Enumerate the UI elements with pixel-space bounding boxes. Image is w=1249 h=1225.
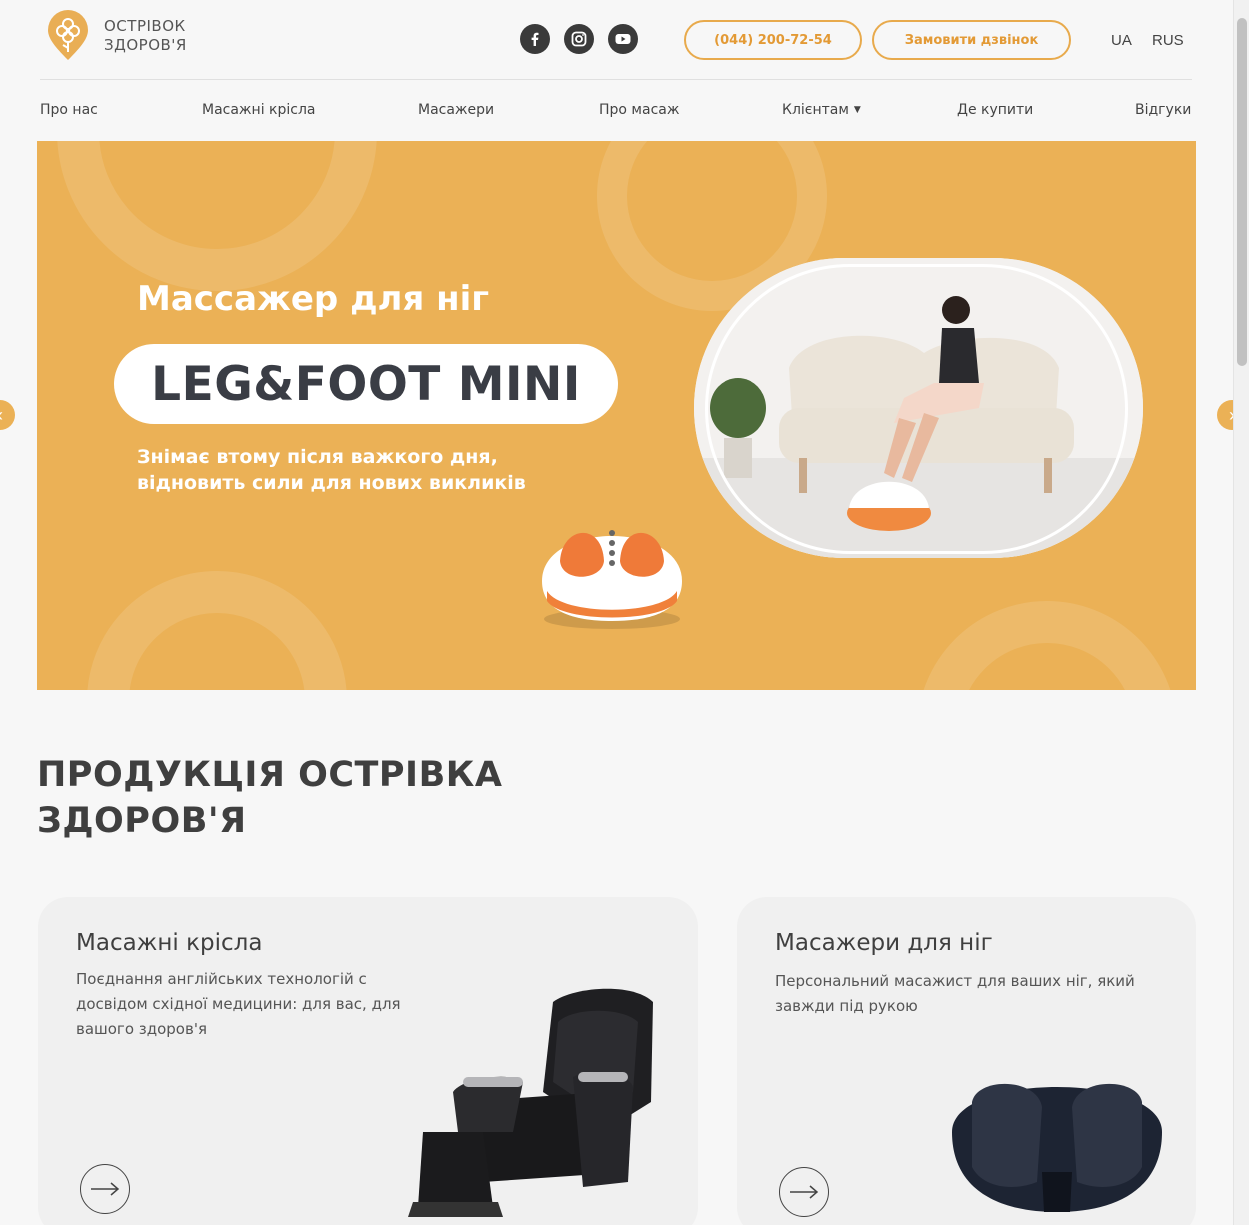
facebook-icon[interactable] bbox=[520, 24, 550, 54]
product-card-massage-chairs[interactable]: Масажні крісла Поєднання англійських тех… bbox=[38, 897, 698, 1225]
instagram-icon[interactable] bbox=[564, 24, 594, 54]
page: ОСТРІВОК ЗДОРОВ'Я (044) 200-72-54 Замови… bbox=[0, 0, 1233, 1225]
card-description: Персональний масажист для ваших ніг, яки… bbox=[775, 972, 1135, 1015]
product-image bbox=[542, 530, 682, 629]
card-link-button[interactable] bbox=[779, 1167, 829, 1217]
decor-ring bbox=[57, 141, 377, 291]
banner-product-name: LEG&FOOT MINI bbox=[114, 344, 618, 424]
order-call-button[interactable]: Замовити дзвінок bbox=[872, 20, 1071, 60]
scrollbar-thumb[interactable] bbox=[1237, 18, 1247, 366]
logo-text: ОСТРІВОК ЗДОРОВ'Я bbox=[104, 17, 187, 55]
nav-item-clients[interactable]: Клієнтам ▼ bbox=[782, 102, 861, 118]
arrow-right-icon bbox=[91, 1182, 120, 1196]
card-link-button[interactable] bbox=[80, 1164, 130, 1214]
nav-item-about[interactable]: Про нас bbox=[40, 102, 98, 118]
nav-item-reviews[interactable]: Відгуки bbox=[1135, 102, 1191, 118]
nav-item-where-to-buy[interactable]: Де купити bbox=[957, 102, 1033, 118]
decor-ring bbox=[87, 571, 347, 690]
social-links bbox=[520, 24, 638, 54]
main-nav: Про нас Масажні крісла Масажери Про маса… bbox=[40, 102, 1192, 124]
youtube-icon[interactable] bbox=[608, 24, 638, 54]
banner-description: Знімає втому після важкого дня, відновит… bbox=[137, 446, 526, 494]
decor-ring bbox=[917, 601, 1177, 690]
product-card-foot-massagers[interactable]: Масажери для ніг Персональний масажист д… bbox=[737, 897, 1196, 1225]
banner-subtitle: Массажер для ніг bbox=[137, 279, 490, 319]
lang-ua-link[interactable]: UA bbox=[1111, 32, 1132, 49]
logo-icon bbox=[48, 10, 88, 60]
foot-massager-image bbox=[952, 1083, 1162, 1212]
card-title: Масажні крісла bbox=[76, 930, 263, 956]
nav-item-massagers[interactable]: Масажери bbox=[418, 102, 494, 118]
lang-rus-link[interactable]: RUS bbox=[1152, 32, 1184, 49]
arrow-right-icon bbox=[790, 1185, 819, 1199]
slider-prev-button[interactable]: ‹ bbox=[0, 400, 15, 430]
massage-chair-image bbox=[408, 988, 653, 1217]
caret-down-icon: ▼ bbox=[853, 105, 861, 115]
nav-item-about-massage[interactable]: Про масаж bbox=[599, 102, 679, 118]
site-header: ОСТРІВОК ЗДОРОВ'Я (044) 200-72-54 Замови… bbox=[40, 0, 1192, 80]
banner-photo-frame bbox=[705, 264, 1128, 554]
logo[interactable]: ОСТРІВОК ЗДОРОВ'Я bbox=[46, 10, 187, 62]
hero-banner[interactable]: Массажер для ніг LEG&FOOT MINI Знімає вт… bbox=[37, 141, 1196, 690]
phone-button[interactable]: (044) 200-72-54 bbox=[684, 20, 862, 60]
card-description: Поєднання англійських технологій с досві… bbox=[76, 970, 401, 1038]
nav-item-massage-chairs[interactable]: Масажні крісла bbox=[202, 102, 316, 118]
card-title: Масажери для ніг bbox=[775, 930, 993, 956]
logo-line-1: ОСТРІВОК bbox=[104, 17, 186, 35]
nav-item-clients-label: Клієнтам bbox=[782, 102, 849, 118]
scrollbar[interactable] bbox=[1233, 0, 1249, 1225]
section-title: ПРОДУКЦІЯ ОСТРІВКА ЗДОРОВ'Я bbox=[37, 755, 503, 841]
chevron-left-icon: ‹ bbox=[0, 405, 3, 426]
logo-line-2: ЗДОРОВ'Я bbox=[104, 36, 187, 54]
